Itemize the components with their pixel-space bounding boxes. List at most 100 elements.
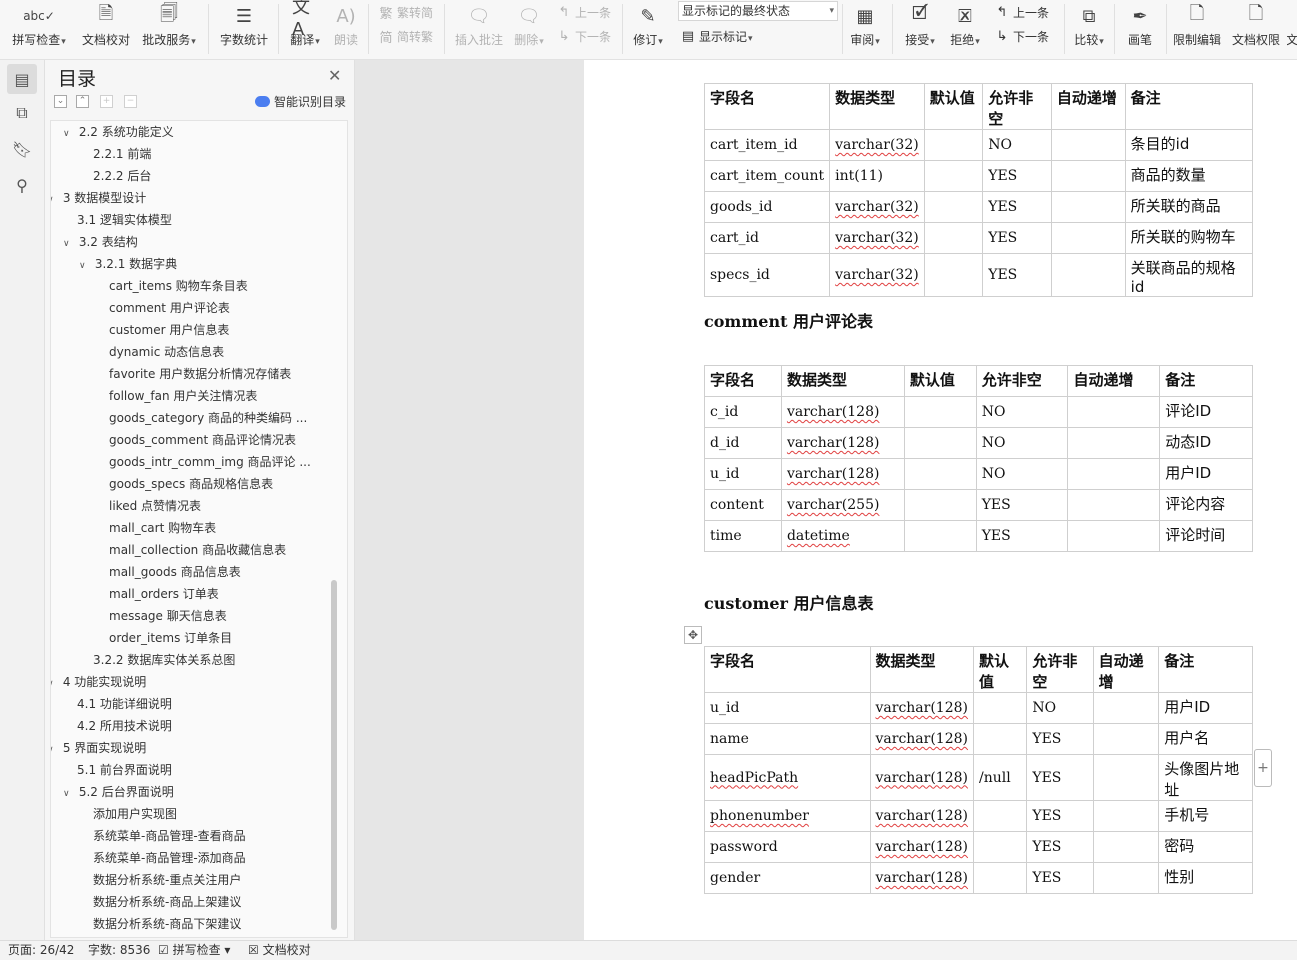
table-cell[interactable]: YES — [1026, 800, 1094, 832]
doc-permission-button[interactable]: 🗋 文档权限 — [1228, 0, 1284, 58]
table-cell[interactable]: varchar(32) — [829, 253, 925, 297]
table-cell[interactable]: varchar(128) — [780, 427, 905, 459]
table-cell[interactable] — [1050, 253, 1126, 297]
toc-item[interactable]: 3.1 逻辑实体模型 — [77, 209, 172, 231]
toc-item[interactable]: ∨ 5 界面实现说明 — [51, 737, 146, 759]
table-cell[interactable]: YES — [975, 520, 1069, 552]
table-cell[interactable]: YES — [982, 222, 1052, 254]
toc-item[interactable]: 5.1 前台界面说明 — [77, 759, 172, 781]
table-cell[interactable]: 头像图片地址 — [1158, 754, 1253, 801]
toc-item[interactable]: 添加用户实现图 — [93, 803, 177, 825]
remove-heading-icon[interactable]: − — [124, 95, 137, 108]
table-cell[interactable]: datetime — [780, 520, 905, 552]
table-cell[interactable]: varchar(128) — [869, 692, 974, 724]
table-cell[interactable]: 用户名 — [1158, 723, 1253, 755]
table-cell[interactable] — [1092, 754, 1160, 801]
to-traditional-button[interactable]: 繁繁转简 — [378, 2, 433, 22]
track-changes-button[interactable]: ✎ 修订 — [630, 0, 666, 58]
table-cell[interactable]: NO — [982, 129, 1052, 161]
toc-item[interactable]: goods_category 商品的种类编码 ... — [109, 407, 307, 429]
table-cell[interactable]: YES — [1026, 862, 1094, 894]
table-cell[interactable]: 性别 — [1158, 862, 1253, 894]
table-cell[interactable]: time — [704, 520, 782, 552]
table-cell[interactable]: varchar(32) — [829, 222, 925, 254]
chevron-down-icon[interactable]: ∨ — [79, 255, 91, 277]
table-cell[interactable]: 所关联的商品 — [1124, 191, 1254, 223]
table-cell[interactable]: YES — [982, 253, 1052, 297]
table-cell[interactable]: varchar(32) — [829, 129, 925, 161]
toc-item[interactable]: comment 用户评论表 — [109, 297, 230, 319]
table-header-cell[interactable]: 允许非空 — [1026, 646, 1094, 693]
table-header-cell[interactable]: 备注 — [1158, 646, 1253, 693]
more-button[interactable]: 文 — [1287, 0, 1297, 58]
table-cell[interactable]: varchar(255) — [780, 489, 905, 521]
toc-item[interactable]: favorite 用户数据分析情况存储表 — [109, 363, 291, 385]
chevron-down-icon[interactable]: ∨ — [51, 673, 59, 695]
table-cell[interactable]: 关联商品的规格id — [1124, 253, 1254, 297]
table-cell[interactable] — [1050, 191, 1126, 223]
toc-item[interactable]: mall_goods 商品信息表 — [109, 561, 241, 583]
search-icon[interactable]: ⚲ — [7, 170, 37, 200]
table-cell[interactable] — [1067, 427, 1161, 459]
markup-state-select[interactable]: 显示标记的最终状态 ▾ — [678, 1, 838, 21]
review-button[interactable]: ▦ 审阅 — [846, 0, 884, 58]
table-cell[interactable] — [1092, 692, 1160, 724]
table-header-cell[interactable]: 数据类型 — [780, 365, 905, 397]
restrict-edit-button[interactable]: 🗋 限制编辑 — [1170, 0, 1224, 58]
table-cell[interactable]: varchar(128) — [869, 723, 974, 755]
table-header-cell[interactable]: 备注 — [1124, 83, 1254, 130]
table-header-cell[interactable]: 默认值 — [972, 646, 1028, 693]
toc-item[interactable]: ∨ 3.2 表结构 — [63, 231, 138, 253]
table-cell[interactable]: 评论ID — [1159, 396, 1253, 428]
table-header-cell[interactable]: 数据类型 — [829, 83, 925, 130]
table-cell[interactable]: goods_id — [703, 191, 831, 223]
toc-item[interactable]: 系统菜单-商品管理-添加商品 — [93, 847, 246, 869]
prev-change-button[interactable]: ↰ 上一条 — [994, 2, 1049, 22]
table-cell[interactable] — [1050, 160, 1126, 192]
next-change-button[interactable]: ↳ 下一条 — [994, 26, 1049, 46]
close-icon[interactable]: ✕ — [328, 66, 341, 85]
table-cell[interactable]: cart_id — [703, 222, 831, 254]
table-cell[interactable]: content — [704, 489, 782, 521]
table-cell[interactable] — [903, 520, 977, 552]
table-cell[interactable] — [903, 458, 977, 490]
table-header-cell[interactable]: 字段名 — [704, 646, 871, 693]
table-cell[interactable]: varchar(128) — [780, 396, 905, 428]
table-cell[interactable] — [923, 253, 984, 297]
table-cell[interactable]: YES — [982, 160, 1052, 192]
toc-item[interactable]: mall_cart 购物车表 — [109, 517, 216, 539]
table-header-cell[interactable]: 自动递增 — [1050, 83, 1126, 130]
toc-item[interactable]: goods_intr_comm_img 商品评论 ... — [109, 451, 311, 473]
toc-item[interactable]: ∨ 3 数据模型设计 — [51, 187, 146, 209]
table-cell[interactable]: 商品的数量 — [1124, 160, 1254, 192]
status-doc-proof-button[interactable]: ☒ 文档校对 — [248, 941, 311, 960]
table-cell[interactable] — [923, 191, 984, 223]
table-header-cell[interactable]: 自动递增 — [1092, 646, 1160, 693]
table-cell[interactable]: cart_item_count — [703, 160, 831, 192]
table-cell[interactable]: d_id — [704, 427, 782, 459]
toc-item[interactable]: goods_comment 商品评论情况表 — [109, 429, 296, 451]
table-cell[interactable]: phonenumber — [704, 800, 871, 832]
table-cell[interactable] — [923, 222, 984, 254]
table-cell[interactable]: NO — [975, 427, 1069, 459]
page-indicator[interactable]: 页面: 26/42 — [8, 941, 74, 960]
toc-item[interactable]: 数据分析系统-商品下架建议 — [93, 913, 241, 935]
toc-item[interactable]: customer 用户信息表 — [109, 319, 229, 341]
doc-proof-button[interactable]: 🗎 文档校对 — [78, 0, 134, 58]
table-cell[interactable]: 所关联的购物车 — [1124, 222, 1254, 254]
table-move-handle-icon[interactable]: ✥ — [684, 626, 702, 644]
table-cell[interactable]: varchar(128) — [869, 800, 974, 832]
table-cell[interactable] — [903, 489, 977, 521]
table-cell[interactable] — [972, 862, 1028, 894]
table-cell[interactable]: NO — [975, 396, 1069, 428]
table-cell[interactable]: 用户ID — [1158, 692, 1253, 724]
table-cell[interactable]: varchar(128) — [869, 862, 974, 894]
toc-item[interactable]: 系统菜单-商品管理-查看商品 — [93, 825, 246, 847]
insert-comment-button[interactable]: 🗨 插入批注 — [452, 0, 506, 58]
table-header-cell[interactable]: 默认值 — [903, 365, 977, 397]
table-cell[interactable] — [923, 129, 984, 161]
table-cell[interactable]: varchar(128) — [780, 458, 905, 490]
table-cell[interactable]: YES — [1026, 723, 1094, 755]
table-cell[interactable]: NO — [975, 458, 1069, 490]
add-column-icon[interactable]: + — [1254, 749, 1272, 787]
